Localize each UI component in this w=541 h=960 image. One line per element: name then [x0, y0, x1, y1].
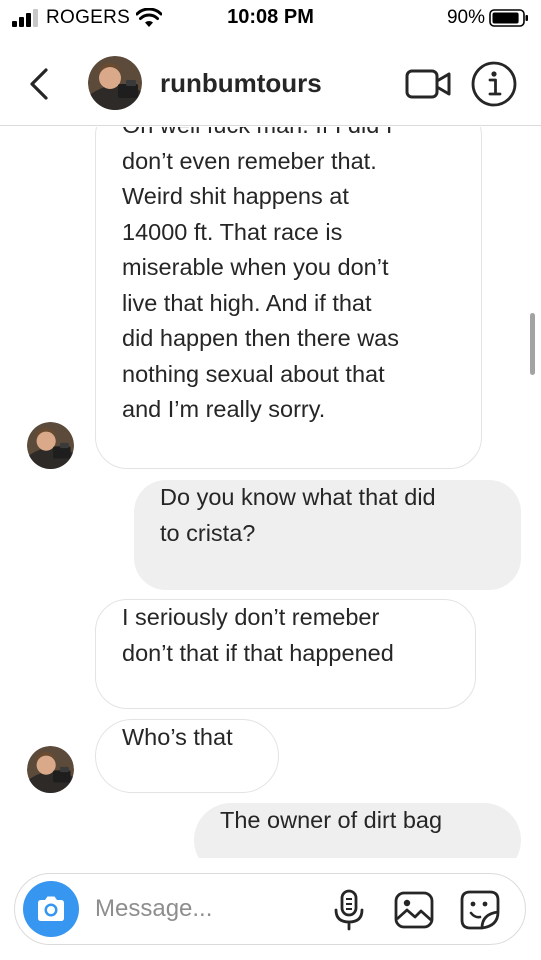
message-line: live that high. And if that: [122, 289, 372, 316]
message-line: Do you know what that did: [160, 484, 436, 510]
chevron-left-icon[interactable]: [20, 64, 60, 104]
battery-percent: 90%: [446, 7, 485, 28]
message-line: to crista?: [160, 519, 256, 546]
message-line: Who’s that: [122, 724, 233, 750]
message-line: did happen then there was: [122, 325, 399, 351]
avatar[interactable]: [88, 56, 142, 110]
message-composer: [14, 873, 526, 945]
received-message[interactable]: Who’s that: [95, 719, 279, 793]
message-line: miserable when you don’t: [122, 254, 389, 280]
battery-icon: [489, 9, 528, 27]
gallery-icon[interactable]: [392, 888, 436, 932]
info-icon[interactable]: [470, 60, 518, 108]
message-line: 14000 ft. That race is: [122, 218, 343, 245]
sent-message[interactable]: The owner of dirt bag: [194, 803, 521, 858]
sender-avatar[interactable]: [27, 422, 74, 469]
message-input[interactable]: [95, 888, 315, 930]
scroll-indicator[interactable]: [530, 313, 535, 375]
message-line: don’t even remeber that.: [122, 147, 377, 174]
message-line: Weird shit happens at: [122, 183, 349, 209]
conversation-username[interactable]: runbumtours: [160, 68, 322, 99]
microphone-icon[interactable]: [331, 888, 367, 932]
message-thread[interactable]: Oh well fuck man. If I did I don’t even …: [0, 127, 541, 858]
sent-message[interactable]: Do you know what that did to crista?: [134, 480, 521, 590]
sender-avatar[interactable]: [27, 746, 74, 793]
message-line: nothing sexual about that: [122, 360, 385, 387]
conversation-header: runbumtours: [0, 44, 541, 126]
message-line: and I’m really sorry.: [122, 396, 326, 422]
camera-button[interactable]: [23, 881, 79, 937]
message-line: don’t that if that happened: [122, 639, 394, 666]
camera-icon: [38, 896, 64, 921]
received-message[interactable]: I seriously don’t remeber don’t that if …: [95, 599, 476, 709]
message-line: The owner of dirt bag: [220, 807, 443, 833]
status-bar: ROGERS 10:08 PM 90%: [0, 0, 541, 36]
sticker-icon[interactable]: [458, 888, 502, 932]
video-call-icon[interactable]: [404, 64, 454, 104]
received-message[interactable]: Oh well fuck man. If I did I don’t even …: [95, 127, 482, 469]
message-line: I seriously don’t remeber: [122, 604, 380, 630]
message-line: Oh well fuck man. If I did I: [122, 127, 455, 144]
